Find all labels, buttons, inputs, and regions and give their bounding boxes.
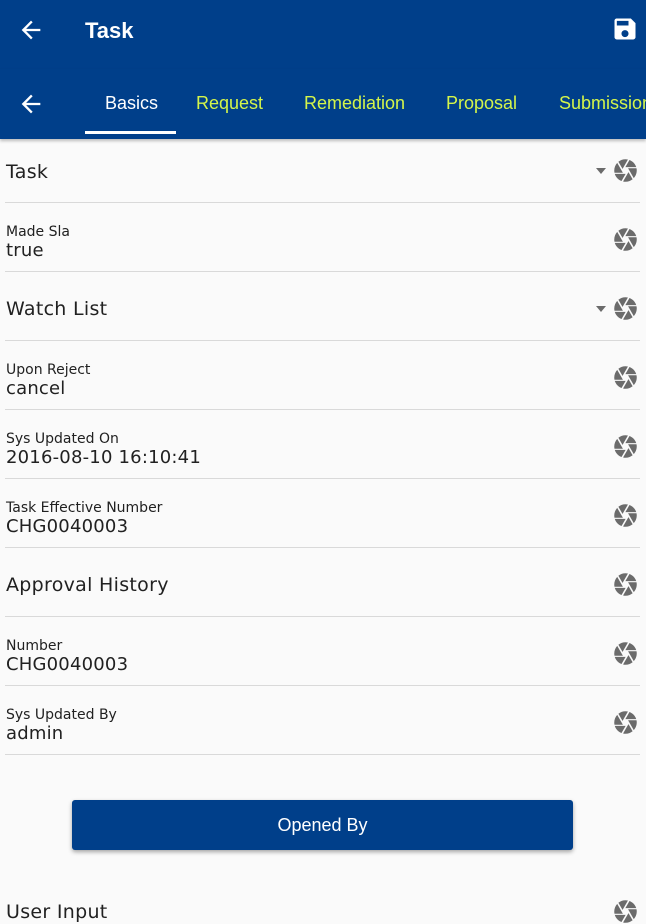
tab-proposal[interactable]: Proposal bbox=[446, 93, 517, 114]
field-value: CHG0040003 bbox=[6, 516, 129, 537]
field-label: Task Effective Number bbox=[6, 500, 163, 516]
active-tab-indicator bbox=[85, 131, 176, 134]
field-task-effective-number[interactable]: Task Effective Number CHG0040003 bbox=[5, 479, 640, 548]
field-sys-updated-by[interactable]: Sys Updated By admin bbox=[5, 686, 640, 755]
field-value: cancel bbox=[6, 378, 66, 399]
dropdown-caret-icon[interactable] bbox=[596, 306, 606, 312]
save-icon[interactable] bbox=[611, 15, 639, 43]
aperture-icon[interactable] bbox=[612, 898, 639, 924]
aperture-icon[interactable] bbox=[612, 226, 639, 253]
field-task[interactable]: Task bbox=[5, 139, 640, 203]
aperture-icon[interactable] bbox=[612, 157, 639, 184]
field-made-sla[interactable]: Made Sla true bbox=[5, 203, 640, 272]
page-title: Task bbox=[85, 18, 134, 43]
field-label: User Input bbox=[6, 901, 108, 923]
field-label: Number bbox=[6, 638, 63, 654]
aperture-icon[interactable] bbox=[612, 709, 639, 736]
aperture-icon[interactable] bbox=[612, 364, 639, 391]
field-label: Sys Updated By bbox=[6, 707, 117, 723]
field-label: Watch List bbox=[6, 298, 108, 320]
aperture-icon[interactable] bbox=[612, 640, 639, 667]
field-value: 2016-08-10 16:10:41 bbox=[6, 447, 201, 468]
field-label: Made Sla bbox=[6, 224, 70, 240]
field-value: admin bbox=[6, 723, 64, 744]
tab-remediation[interactable]: Remediation bbox=[304, 93, 405, 114]
aperture-icon[interactable] bbox=[612, 502, 639, 529]
aperture-icon[interactable] bbox=[612, 571, 639, 598]
tab-request[interactable]: Request bbox=[196, 93, 263, 114]
field-label: Upon Reject bbox=[6, 362, 91, 378]
field-value: CHG0040003 bbox=[6, 654, 129, 675]
aperture-icon[interactable] bbox=[612, 433, 639, 460]
tab-bar: Basics Request Remediation Proposal Subm… bbox=[0, 69, 646, 139]
opened-by-button[interactable]: Opened By bbox=[72, 800, 573, 850]
field-watch-list[interactable]: Watch List bbox=[5, 272, 640, 341]
arrow-left-icon[interactable] bbox=[17, 16, 45, 44]
dropdown-caret-icon[interactable] bbox=[596, 168, 606, 174]
aperture-icon[interactable] bbox=[612, 295, 639, 322]
field-label: Approval History bbox=[6, 574, 169, 596]
tab-basics[interactable]: Basics bbox=[105, 93, 158, 114]
field-label: Task bbox=[6, 161, 49, 183]
tab-submission[interactable]: Submission bbox=[559, 93, 646, 114]
app-bar: Task bbox=[0, 0, 646, 69]
field-user-input[interactable]: User Input bbox=[5, 880, 640, 924]
field-number[interactable]: Number CHG0040003 bbox=[5, 617, 640, 686]
field-label: Sys Updated On bbox=[6, 431, 119, 447]
tab-back-arrow-icon[interactable] bbox=[17, 90, 45, 118]
field-sys-updated-on[interactable]: Sys Updated On 2016-08-10 16:10:41 bbox=[5, 410, 640, 479]
field-upon-reject[interactable]: Upon Reject cancel bbox=[5, 341, 640, 410]
field-value: true bbox=[6, 240, 44, 261]
field-approval-history[interactable]: Approval History bbox=[5, 548, 640, 617]
